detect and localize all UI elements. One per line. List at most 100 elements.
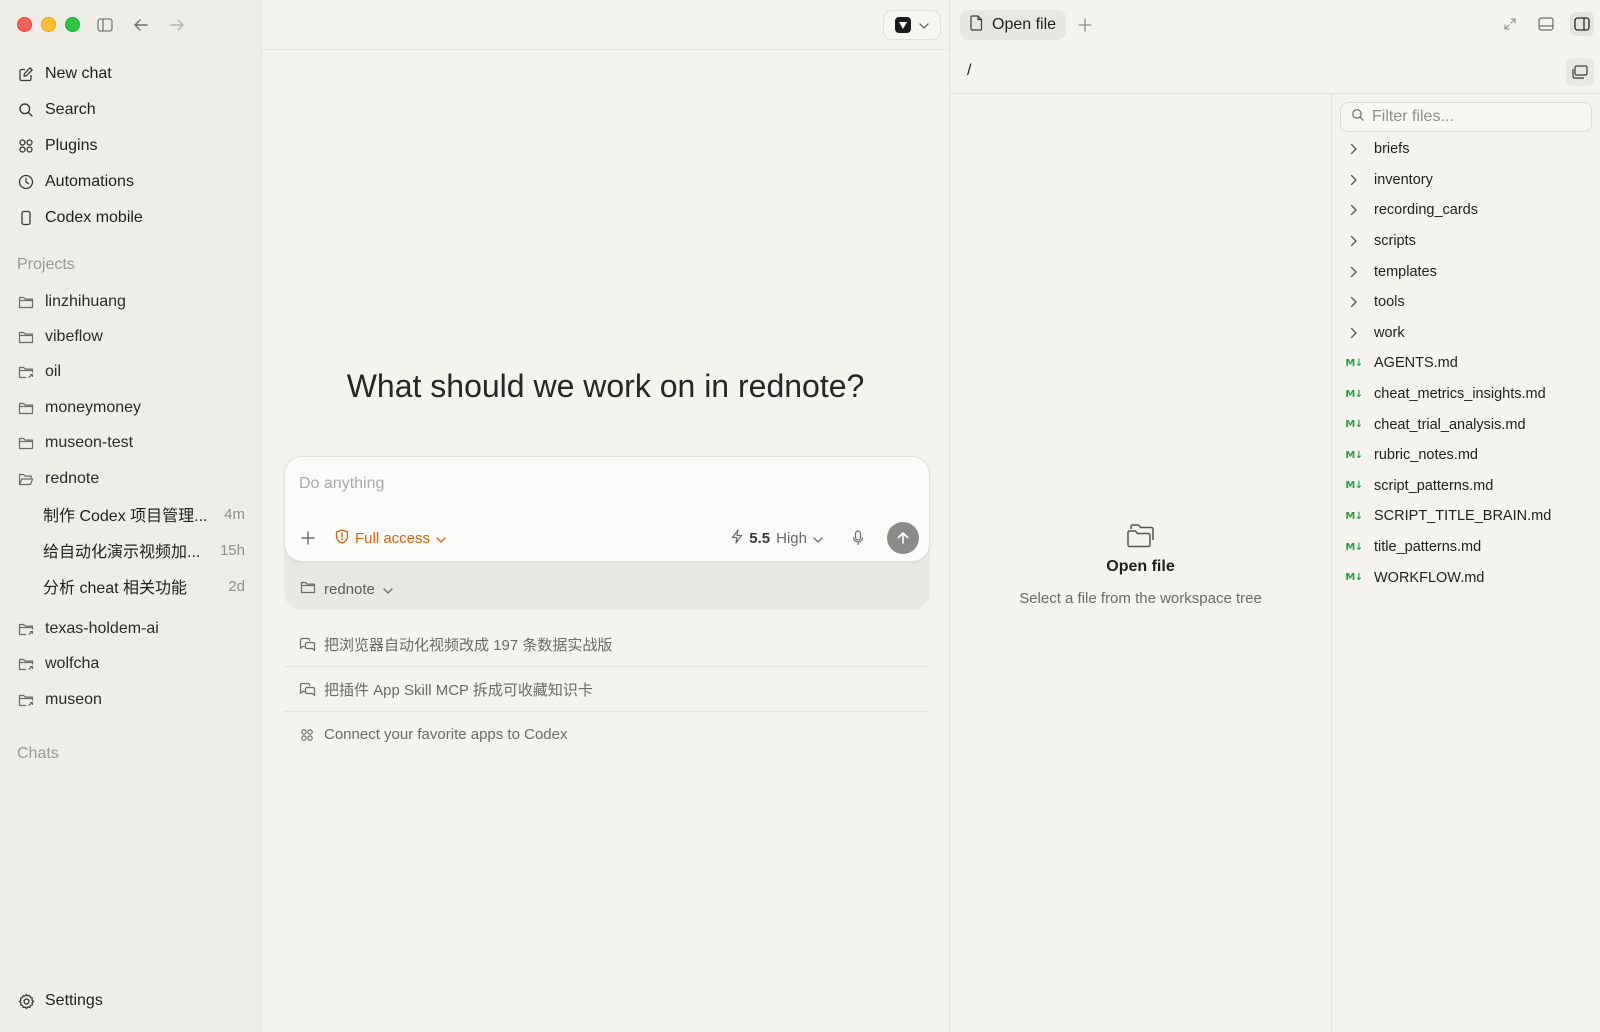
composer[interactable]: Do anything Full access 5.5 High <box>284 456 930 562</box>
forward-arrow-icon[interactable] <box>166 14 188 36</box>
file-panel-tabs: Open file <box>950 0 1600 50</box>
minimize-window-button[interactable] <box>41 17 56 32</box>
chevron-right-icon <box>1346 141 1362 157</box>
traffic-lights <box>17 17 80 32</box>
tree-file-item[interactable]: M↓ title_patterns.md <box>1340 532 1592 563</box>
project-moneymoney[interactable]: moneymoney <box>10 390 251 425</box>
markdown-icon: M↓ <box>1345 510 1363 522</box>
tree-file-item[interactable]: M↓ script_patterns.md <box>1340 471 1592 502</box>
tree-folder-item[interactable]: work <box>1340 318 1592 349</box>
project-vibeflow[interactable]: vibeflow <box>10 319 251 354</box>
chevron-down-icon <box>919 16 929 34</box>
tree-file-item[interactable]: M↓ cheat_trial_analysis.md <box>1340 409 1592 440</box>
back-arrow-icon[interactable] <box>130 14 152 36</box>
project-chat-item[interactable]: 分析 cheat 相关功能 2d <box>10 568 251 604</box>
tree-file-item[interactable]: M↓ WORKFLOW.md <box>1340 562 1592 593</box>
tree-item-label: briefs <box>1374 141 1410 158</box>
maximize-window-button[interactable] <box>65 17 80 32</box>
empty-state-subtitle: Select a file from the workspace tree <box>1019 590 1262 607</box>
chat-icon <box>298 680 316 698</box>
send-button[interactable] <box>887 522 919 554</box>
suggestion-item[interactable]: Connect your favorite apps to Codex <box>284 712 930 757</box>
settings-button[interactable]: Settings <box>17 992 103 1010</box>
bottom-panel-icon[interactable] <box>1534 12 1558 36</box>
project-museon[interactable]: museon <box>10 682 251 717</box>
app-switcher-button[interactable] <box>883 10 941 40</box>
tree-file-item[interactable]: M↓ cheat_metrics_insights.md <box>1340 379 1592 410</box>
folder-icon <box>300 580 316 598</box>
tree-item-label: cheat_trial_analysis.md <box>1374 416 1526 433</box>
empty-state: Open file Select a file from the workspa… <box>950 522 1331 607</box>
tree-item-label: cheat_metrics_insights.md <box>1374 386 1546 403</box>
microphone-button[interactable] <box>847 527 869 549</box>
nav-automations[interactable]: Automations <box>10 164 251 200</box>
tree-file-item[interactable]: M↓ rubric_notes.md <box>1340 440 1592 471</box>
project-chat-item[interactable]: 给自动化演示视频加... 15h <box>10 532 251 568</box>
project-texas-holdem-ai[interactable]: texas-holdem-ai <box>10 611 251 646</box>
tree-folder-item[interactable]: scripts <box>1340 226 1592 257</box>
project-label: moneymoney <box>45 398 142 416</box>
main-toolbar <box>262 0 949 50</box>
nav-new-chat[interactable]: New chat <box>10 56 251 92</box>
markdown-icon: M↓ <box>1345 572 1363 584</box>
project-selector[interactable]: rednote <box>300 580 393 598</box>
folder-link-icon <box>17 655 35 673</box>
project-oil[interactable]: oil <box>10 355 251 390</box>
app-window: New chat Search Plugins Automations Code… <box>0 0 1600 1032</box>
tree-folder-item[interactable]: recording_cards <box>1340 195 1592 226</box>
project-chat-item[interactable]: 制作 Codex 项目管理... 4m <box>10 496 251 532</box>
model-selector[interactable]: 5.5 High <box>731 528 823 548</box>
nav-plugins[interactable]: Plugins <box>10 128 251 164</box>
composer-input[interactable]: Do anything <box>299 475 384 493</box>
shield-alert-icon <box>335 528 349 548</box>
tree-item-label: WORKFLOW.md <box>1374 569 1485 586</box>
tree-folder-item[interactable]: briefs <box>1340 134 1592 165</box>
chat-title: 分析 cheat 相关功能 <box>43 580 188 598</box>
chat-age: 4m <box>224 505 245 523</box>
markdown-icon: M↓ <box>1345 419 1363 431</box>
model-effort: High <box>776 529 807 547</box>
compose-icon <box>17 65 35 83</box>
tab-open-file[interactable]: Open file <box>960 10 1067 40</box>
tree-folder-item[interactable]: templates <box>1340 256 1592 287</box>
nav-codex-mobile[interactable]: Codex mobile <box>10 200 251 236</box>
chevron-right-icon <box>1346 233 1362 249</box>
tree-file-item[interactable]: M↓ SCRIPT_TITLE_BRAIN.md <box>1340 501 1592 532</box>
close-window-button[interactable] <box>17 17 32 32</box>
grid-icon <box>298 726 316 744</box>
nav-search[interactable]: Search <box>10 92 251 128</box>
sidebar-toggle-icon[interactable] <box>94 14 116 36</box>
filter-files-input[interactable] <box>1372 108 1562 126</box>
folder-link-icon <box>17 363 35 381</box>
markdown-icon: M↓ <box>1345 388 1363 400</box>
open-folder-button[interactable] <box>1566 58 1594 86</box>
file-icon <box>970 14 983 36</box>
primary-nav: New chat Search Plugins Automations Code… <box>10 56 251 236</box>
right-panel-icon[interactable] <box>1570 12 1594 36</box>
nav-label: New chat <box>45 65 112 82</box>
tree-item-label: AGENTS.md <box>1374 355 1458 372</box>
tree-folder-item[interactable]: tools <box>1340 287 1592 318</box>
suggestion-item[interactable]: 把插件 App Skill MCP 拆成可收藏知识卡 <box>284 667 930 712</box>
clock-icon <box>17 173 35 191</box>
project-label: rednote <box>45 469 100 487</box>
add-attachment-button[interactable] <box>295 525 321 551</box>
filter-files-field[interactable] <box>1340 102 1592 132</box>
suggestion-item[interactable]: 把浏览器自动化视频改成 197 条数据实战版 <box>284 622 930 667</box>
add-tab-button[interactable] <box>1074 14 1096 36</box>
project-wolfcha[interactable]: wolfcha <box>10 647 251 682</box>
tree-folder-item[interactable]: inventory <box>1340 165 1592 196</box>
nav-label: Plugins <box>45 137 98 154</box>
page-title: What should we work on in rednote? <box>346 368 865 404</box>
expand-icon[interactable] <box>1498 12 1522 36</box>
project-museon-test[interactable]: museon-test <box>10 426 251 461</box>
project-linzhihuang[interactable]: linzhihuang <box>10 284 251 319</box>
access-mode-dropdown[interactable]: Full access <box>335 528 446 548</box>
tree-file-item[interactable]: M↓ AGENTS.md <box>1340 348 1592 379</box>
tree-item-label: rubric_notes.md <box>1374 447 1478 464</box>
chats-heading: Chats <box>17 745 59 762</box>
window-controls <box>94 14 188 36</box>
main-panel: What should we work on in rednote? Do an… <box>262 0 950 1032</box>
folders-icon <box>1126 522 1156 550</box>
project-rednote[interactable]: rednote <box>10 461 251 496</box>
